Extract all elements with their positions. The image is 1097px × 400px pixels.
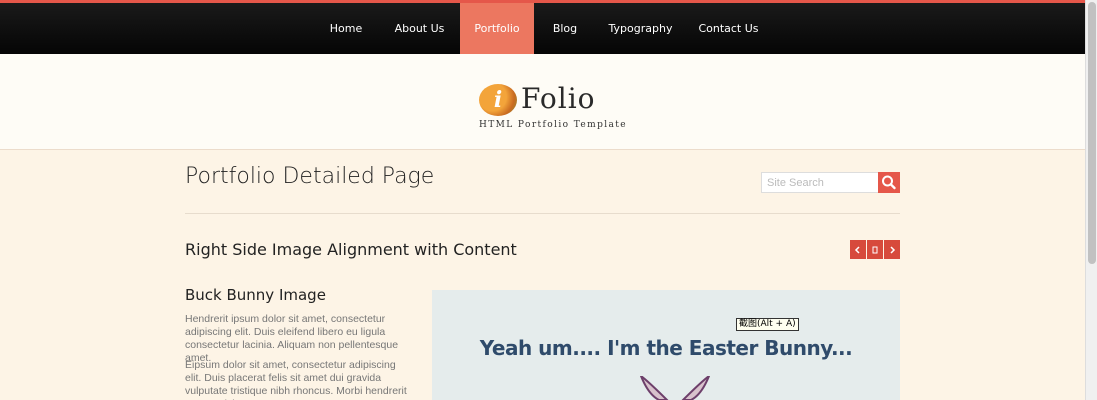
logo-wordmark: Folio xyxy=(521,82,596,115)
grid-icon xyxy=(872,246,878,253)
content-subtitle: Buck Bunny Image xyxy=(185,286,326,304)
vertical-scrollbar[interactable] xyxy=(1085,0,1097,400)
search-input[interactable] xyxy=(761,172,879,193)
logo-tagline: HTML Portfolio Template xyxy=(479,120,628,130)
page-title: Portfolio Detailed Page xyxy=(185,164,435,189)
divider xyxy=(185,213,900,214)
nav-item-typography[interactable]: Typography xyxy=(596,3,685,54)
section-title: Right Side Image Alignment with Content xyxy=(185,240,517,259)
image-caption: Yeah um.... I'm the Easter Bunny... xyxy=(479,336,853,360)
nav-item-portfolio[interactable]: Portfolio xyxy=(460,3,534,54)
nav-item-home[interactable]: Home xyxy=(313,3,379,54)
portfolio-image: Yeah um.... I'm the Easter Bunny... xyxy=(432,290,900,400)
slider-pager xyxy=(850,240,900,259)
search-button[interactable] xyxy=(878,172,900,193)
prev-button[interactable] xyxy=(850,240,866,259)
search-icon xyxy=(882,175,896,190)
nav-item-blog[interactable]: Blog xyxy=(534,3,596,54)
site-logo[interactable]: i Folio HTML Portfolio Template xyxy=(479,82,626,134)
screenshot-tooltip: 截图(Alt + A) xyxy=(736,318,799,331)
grid-view-button[interactable] xyxy=(867,240,883,259)
content-paragraph-2: Eipsum dolor sit amet, consectetur adipi… xyxy=(185,359,407,400)
content-paragraph-1: Hendrerit ipsum dolor sit amet, consecte… xyxy=(185,313,399,364)
next-button[interactable] xyxy=(884,240,900,259)
scrollbar-thumb[interactable] xyxy=(1088,2,1096,264)
nav-item-contact-us[interactable]: Contact Us xyxy=(685,3,772,54)
chevron-right-icon xyxy=(890,245,896,254)
logo-mark-icon: i xyxy=(479,84,517,116)
nav-item-about-us[interactable]: About Us xyxy=(379,3,460,54)
bunny-ears-icon xyxy=(639,376,711,400)
chevron-left-icon xyxy=(854,245,860,254)
main-nav: Home About Us Portfolio Blog Typography … xyxy=(313,3,772,54)
top-navigation-bar: Home About Us Portfolio Blog Typography … xyxy=(0,0,1085,54)
